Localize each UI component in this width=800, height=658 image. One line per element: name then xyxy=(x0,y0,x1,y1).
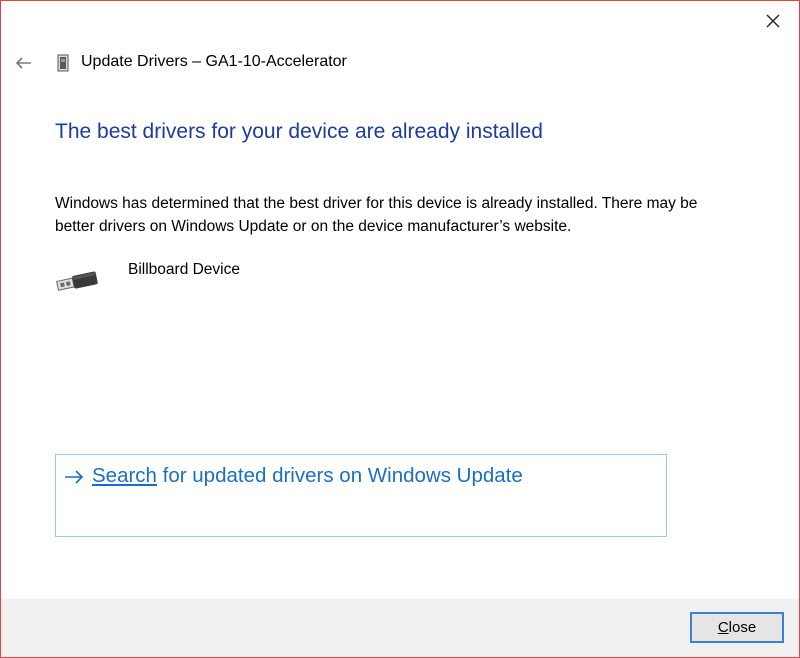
search-windows-update-link[interactable]: Search for updated drivers on Windows Up… xyxy=(92,464,523,488)
back-arrow-icon[interactable] xyxy=(11,51,35,75)
close-button-accesskey: C xyxy=(717,619,729,636)
window-title: Update Drivers – GA1-10-Accelerator xyxy=(81,53,347,70)
footer: Close xyxy=(1,599,799,657)
page-heading: The best drivers for your device are alr… xyxy=(55,120,543,143)
link-label-rest: for updated drivers on Windows Update xyxy=(156,464,523,487)
close-button-label-rest: lose xyxy=(728,619,757,636)
usb-connector-icon xyxy=(55,267,101,295)
search-windows-update-option[interactable]: Search for updated drivers on Windows Up… xyxy=(55,454,667,537)
titlebar: Update Drivers – GA1-10-Accelerator xyxy=(1,47,799,79)
device-name: Billboard Device xyxy=(128,261,240,278)
close-icon[interactable] xyxy=(761,9,785,33)
close-button[interactable]: Close xyxy=(690,612,784,643)
update-drivers-window: Update Drivers – GA1-10-Accelerator The … xyxy=(0,0,800,658)
description-text: Windows has determined that the best dri… xyxy=(55,195,698,235)
device-manager-icon xyxy=(55,53,71,73)
right-arrow-icon xyxy=(64,467,84,487)
link-label-first: Search xyxy=(92,464,157,487)
